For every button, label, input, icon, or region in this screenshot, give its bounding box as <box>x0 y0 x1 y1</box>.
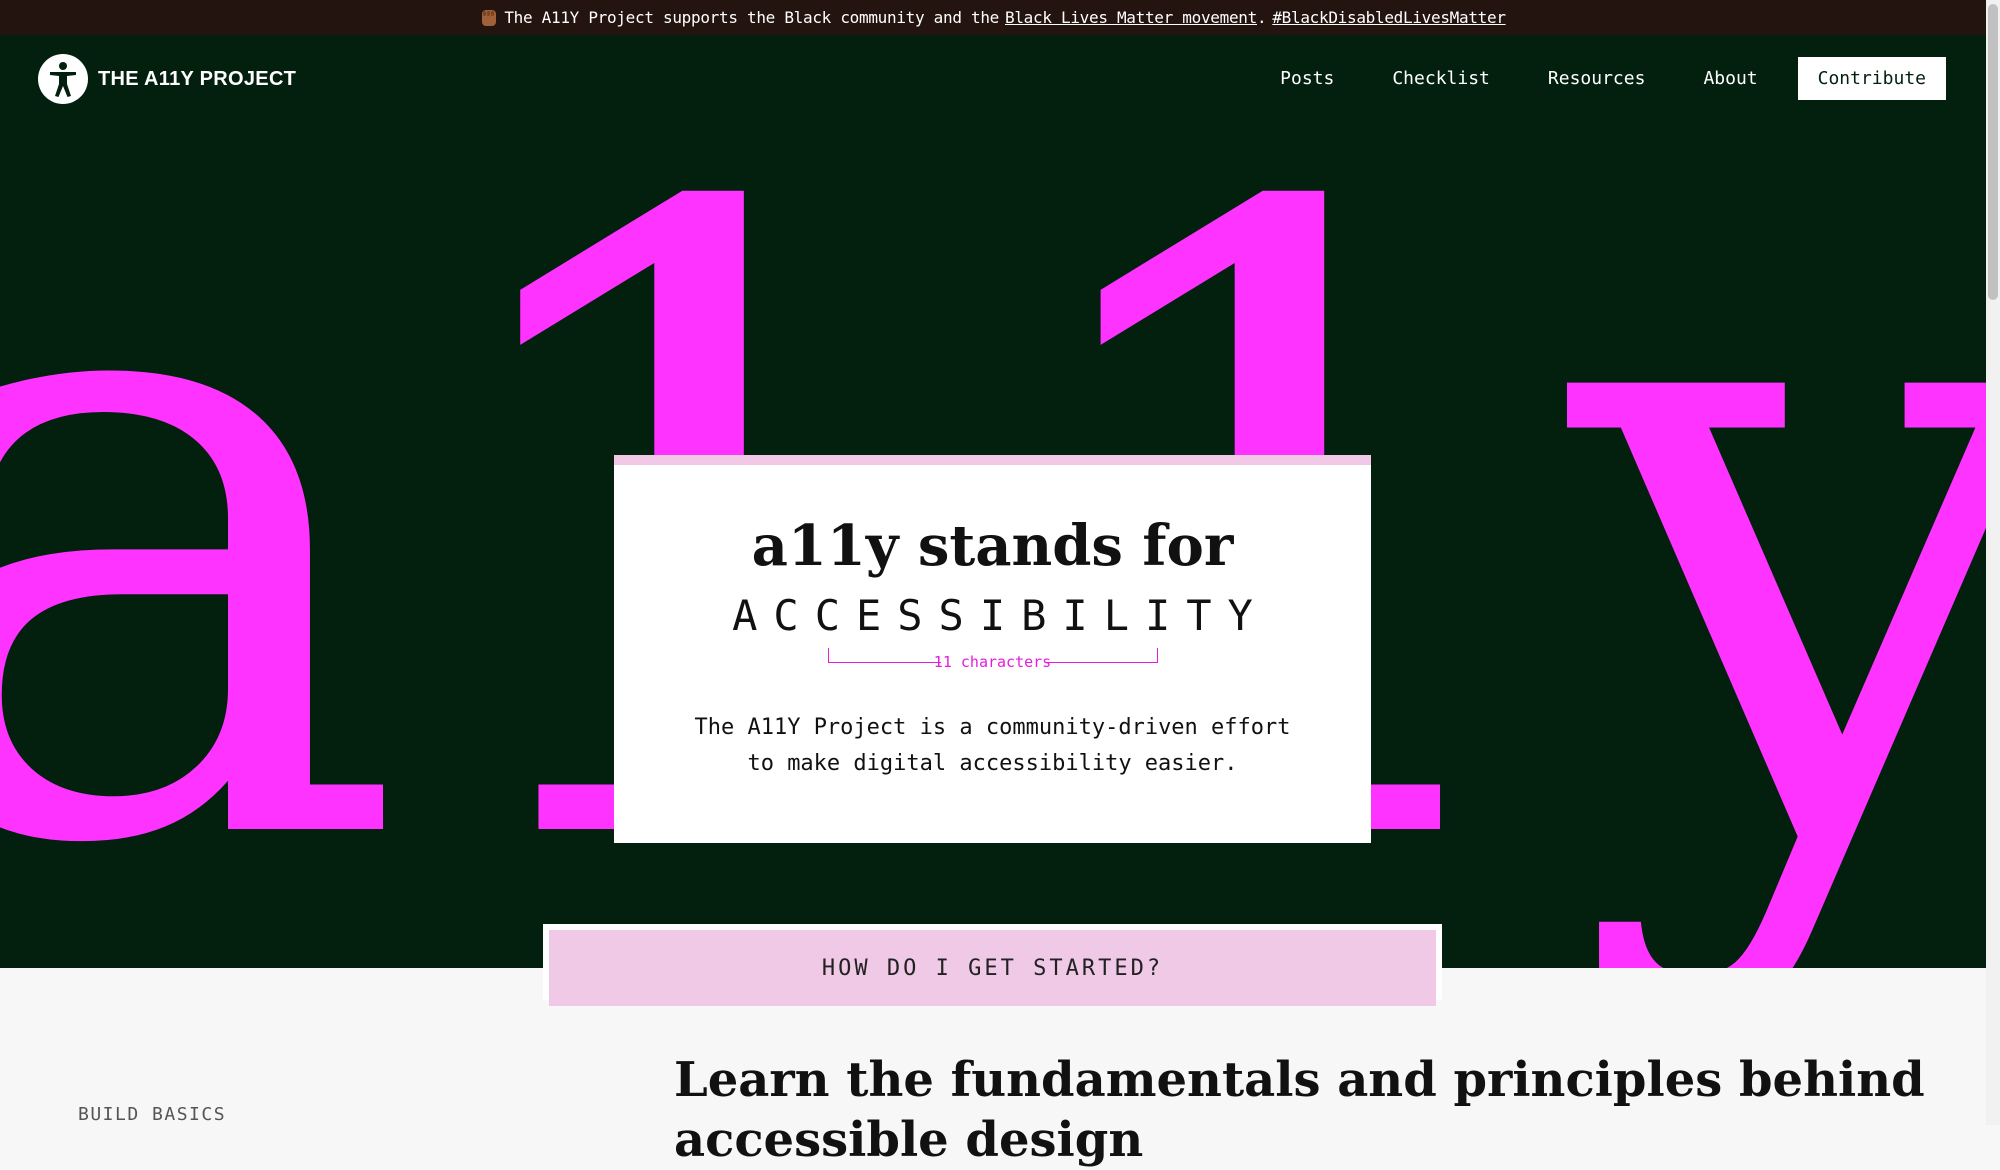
banner-separator: . <box>1256 8 1267 27</box>
main-nav: Posts Checklist Resources About Contribu… <box>1222 57 1946 100</box>
description-line-1: The A11Y Project is a community-driven e… <box>694 715 1291 740</box>
description-line-2: to make digital accessibility easier. <box>747 751 1238 776</box>
contribute-button[interactable]: Contribute <box>1797 57 1946 100</box>
logo-text: THE A11Y PROJECT <box>98 67 297 90</box>
get-started-button[interactable]: HOW DO I GET STARTED? <box>549 930 1436 1006</box>
hero-description: The A11Y Project is a community-driven e… <box>614 710 1371 782</box>
get-started-container: HOW DO I GET STARTED? <box>543 924 1442 1006</box>
hero: a11y a11y stands for ACCESSIBILITY 11 ch… <box>0 124 1986 968</box>
character-count-label: 11 characters <box>933 653 1052 671</box>
announcement-banner: The A11Y Project supports the Black comm… <box>0 0 1986 35</box>
section-heading: Learn the fundamentals and principles be… <box>674 1052 1925 1168</box>
site-header: THE A11Y PROJECT Posts Checklist Resourc… <box>0 35 1986 124</box>
blm-link[interactable]: Black Lives Matter movement <box>1005 8 1257 27</box>
raised-fist-icon <box>482 9 497 26</box>
section-label: BUILD BASICS <box>78 1104 227 1125</box>
nav-posts[interactable]: Posts <box>1280 68 1334 89</box>
hero-title: a11y stands for <box>751 513 1234 579</box>
hero-card: a11y stands for ACCESSIBILITY 11 charact… <box>614 455 1371 843</box>
home-logo-link[interactable]: THE A11Y PROJECT <box>38 54 296 104</box>
nav-checklist[interactable]: Checklist <box>1392 68 1490 89</box>
character-count-bracket: 11 characters <box>827 648 1158 671</box>
scrollbar-thumb[interactable] <box>1988 4 1998 300</box>
page-scrollbar[interactable] <box>1986 0 2000 1125</box>
nav-about[interactable]: About <box>1703 68 1757 89</box>
accessibility-word: ACCESSIBILITY <box>732 591 1269 640</box>
nav-resources[interactable]: Resources <box>1548 68 1646 89</box>
hashtag-link[interactable]: #BlackDisabledLivesMatter <box>1272 8 1506 27</box>
banner-text: The A11Y Project supports the Black comm… <box>504 8 999 27</box>
accessibility-person-icon <box>38 54 88 104</box>
